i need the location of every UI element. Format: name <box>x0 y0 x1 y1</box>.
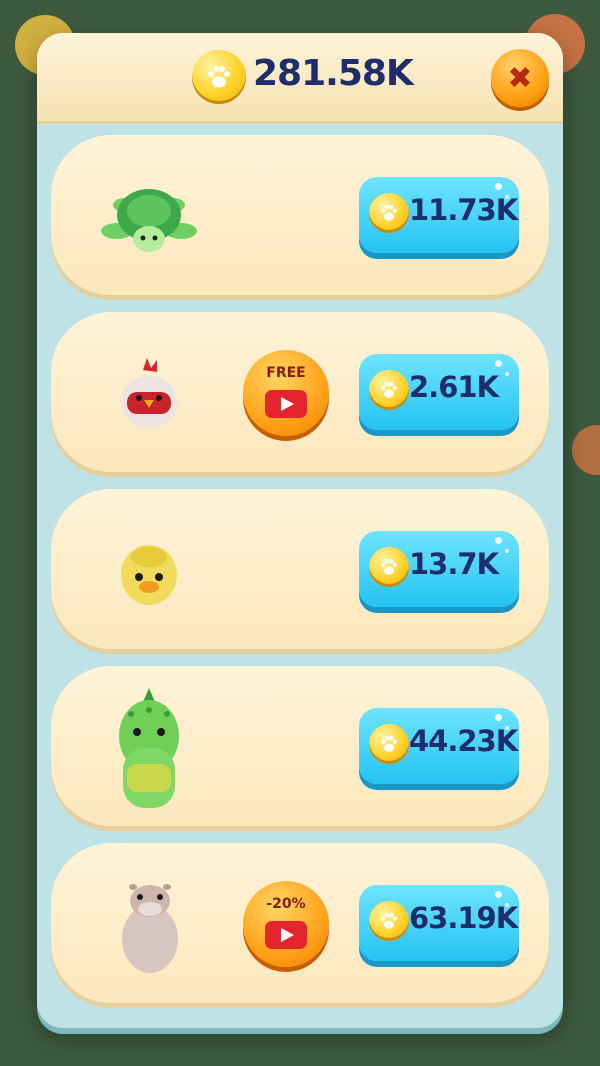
video-play-icon <box>265 921 307 949</box>
shop-row-turtle: 11.73K <box>51 135 549 295</box>
shop-panel: 281.58K ✖ 11.73K FREE 2.61K 13.7K 44.23K… <box>37 33 563 1028</box>
watch-ad-free-button[interactable]: FREE <box>243 350 329 436</box>
paw-coin-icon <box>369 193 409 233</box>
bubble-decoration <box>505 372 509 376</box>
price-label: 63.19K <box>409 901 518 935</box>
rooster-icon <box>117 356 181 436</box>
bubble-decoration <box>495 183 502 190</box>
ad-label: FREE <box>266 365 306 381</box>
paw-coin-icon <box>192 50 246 104</box>
turtle-icon <box>99 181 199 261</box>
ad-label: -20% <box>266 896 306 912</box>
coin-balance: 281.58K <box>253 53 414 94</box>
video-play-icon <box>265 390 307 418</box>
shop-row-capybara: -20% 63.19K <box>51 843 549 1003</box>
close-button[interactable]: ✖ <box>491 49 549 107</box>
paw-coin-icon <box>369 901 409 941</box>
bubble-decoration <box>495 891 502 898</box>
shop-row-rooster: FREE 2.61K <box>51 312 549 472</box>
bubble-decoration <box>495 537 502 544</box>
price-label: 2.61K <box>409 370 499 404</box>
watch-ad-discount-button[interactable]: -20% <box>243 881 329 967</box>
buy-button-turtle[interactable]: 11.73K <box>359 177 519 253</box>
shop-header: 281.58K ✖ <box>37 33 563 124</box>
bubble-decoration <box>505 549 509 553</box>
paw-coin-icon <box>369 724 409 764</box>
price-label: 44.23K <box>409 724 518 758</box>
bubble-decoration <box>495 360 502 367</box>
bubble-decoration <box>505 726 509 730</box>
shop-row-crocodile: 44.23K <box>51 666 549 826</box>
buy-button-rooster[interactable]: 2.61K <box>359 354 519 430</box>
paw-coin-icon <box>369 370 409 410</box>
price-label: 11.73K <box>409 193 518 227</box>
paw-coin-icon <box>369 547 409 587</box>
shop-row-duck: 13.7K <box>51 489 549 649</box>
capybara-icon <box>115 879 185 979</box>
close-icon: ✖ <box>507 60 533 96</box>
background-decoration <box>572 425 600 475</box>
buy-button-crocodile[interactable]: 44.23K <box>359 708 519 784</box>
bubble-decoration <box>505 195 509 199</box>
bubble-decoration <box>495 714 502 721</box>
crocodile-icon <box>109 686 189 818</box>
bubble-decoration <box>505 903 509 907</box>
price-label: 13.7K <box>409 547 499 581</box>
buy-button-duck[interactable]: 13.7K <box>359 531 519 607</box>
buy-button-capybara[interactable]: 63.19K <box>359 885 519 961</box>
duck-icon <box>117 537 181 611</box>
